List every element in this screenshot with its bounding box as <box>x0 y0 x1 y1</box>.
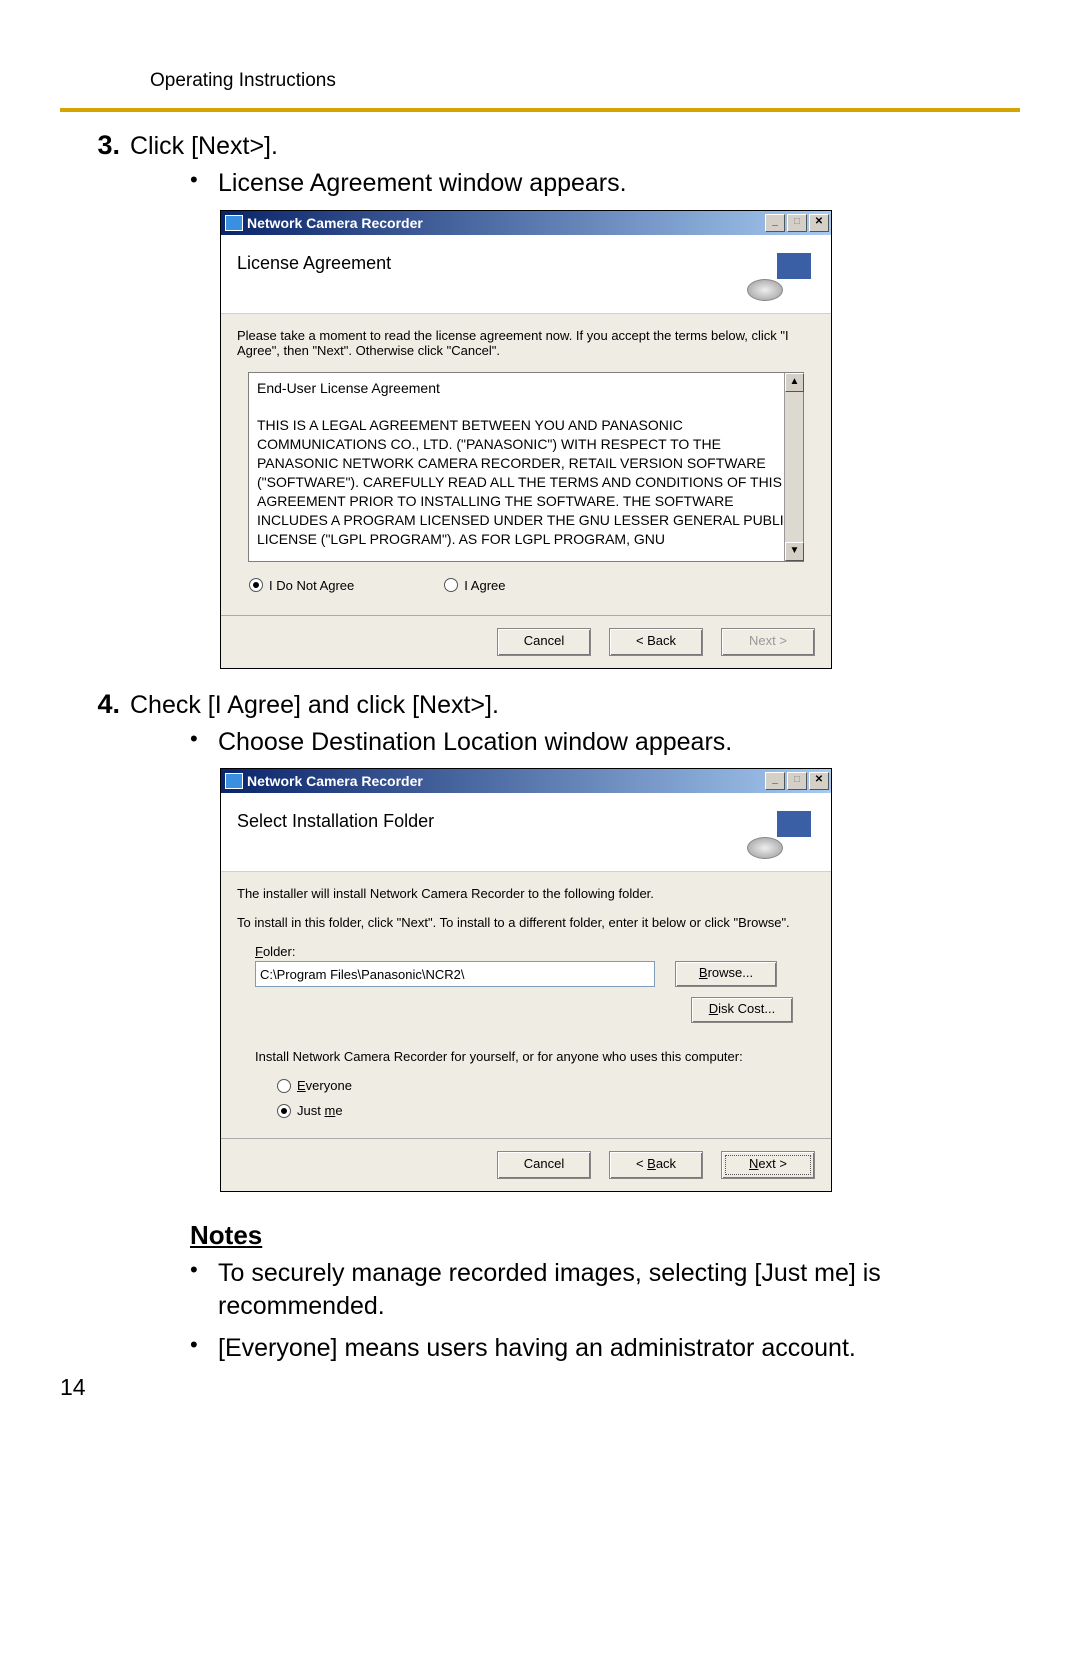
bullet-icon: • <box>190 167 218 200</box>
radio-everyone[interactable]: Everyone <box>277 1078 815 1093</box>
dialog-header: License Agreement <box>221 235 831 314</box>
note-2: • [Everyone] means users having an admin… <box>190 1332 1020 1365</box>
folder-row: Browse... <box>255 961 815 987</box>
notes-heading: Notes <box>190 1220 1020 1251</box>
body-line-2: To install in this folder, click "Next".… <box>237 915 815 930</box>
cancel-button[interactable]: Cancel <box>497 628 591 656</box>
minimize-button[interactable]: _ <box>765 214 785 232</box>
eula-title: End-User License Agreement <box>257 379 795 398</box>
bullet-text: License Agreement window appears. <box>218 167 627 200</box>
page: Operating Instructions 3. Click [Next>].… <box>0 0 1080 1445</box>
step-number: 3. <box>60 130 130 161</box>
page-number: 14 <box>60 1374 86 1401</box>
eula-textbox[interactable]: End-User License Agreement THIS IS A LEG… <box>248 372 804 562</box>
eula-body: THIS IS A LEGAL AGREEMENT BETWEEN YOU AN… <box>257 416 795 548</box>
license-dialog: Network Camera Recorder _ □ ✕ License Ag… <box>220 210 832 669</box>
step-text: Check [I Agree] and click [Next>]. <box>130 689 499 720</box>
header-rule: Operating Instructions <box>60 70 1020 112</box>
radio-agree[interactable]: I Agree <box>444 578 505 593</box>
radio-icon <box>277 1079 291 1093</box>
disk-cost-button[interactable]: Disk Cost... <box>691 997 793 1023</box>
radio-label: Everyone <box>297 1078 352 1093</box>
note-text: [Everyone] means users having an adminis… <box>218 1332 856 1365</box>
note-1: • To securely manage recorded images, se… <box>190 1257 1020 1322</box>
browse-button[interactable]: Browse... <box>675 961 777 987</box>
scrollbar[interactable]: ▲ ▼ <box>784 373 803 561</box>
window-controls: _ □ ✕ <box>765 772 829 790</box>
radio-icon <box>249 578 263 592</box>
diskcost-row: Disk Cost... <box>255 997 793 1023</box>
bullet-icon: • <box>190 726 218 759</box>
dialog-footer: Cancel < Back Next > <box>221 615 831 668</box>
app-icon <box>225 215 243 231</box>
agreement-radios: I Do Not Agree I Agree <box>237 572 815 605</box>
folder-dialog: Network Camera Recorder _ □ ✕ Select Ins… <box>220 768 832 1192</box>
cancel-button[interactable]: Cancel <box>497 1151 591 1179</box>
bullet-text: Choose Destination Location window appea… <box>218 726 732 759</box>
app-icon <box>225 773 243 789</box>
note-text: To securely manage recorded images, sele… <box>218 1257 918 1322</box>
scroll-down-icon[interactable]: ▼ <box>785 542 804 561</box>
maximize-button: □ <box>787 772 807 790</box>
radio-just-me[interactable]: Just me <box>277 1103 815 1118</box>
folder-input[interactable] <box>255 961 655 987</box>
radio-icon <box>277 1104 291 1118</box>
installer-icon <box>747 805 815 859</box>
dialog-heading: License Agreement <box>237 247 747 274</box>
close-button[interactable]: ✕ <box>809 214 829 232</box>
dialog-body: The installer will install Network Camer… <box>221 872 831 1138</box>
back-button[interactable]: < Back <box>609 628 703 656</box>
step-number: 4. <box>60 689 130 720</box>
close-button[interactable]: ✕ <box>809 772 829 790</box>
step-4-bullet: • Choose Destination Location window app… <box>190 726 1020 759</box>
back-button[interactable]: < Back <box>609 1151 703 1179</box>
next-button[interactable]: Next > <box>721 1151 815 1179</box>
dialog-heading: Select Installation Folder <box>237 805 747 832</box>
step-3: 3. Click [Next>]. <box>60 130 1020 161</box>
step-text: Click [Next>]. <box>130 130 278 161</box>
step-3-bullet: • License Agreement window appears. <box>190 167 1020 200</box>
radio-disagree[interactable]: I Do Not Agree <box>249 578 354 593</box>
body-line-1: The installer will install Network Camer… <box>237 886 815 901</box>
window-title: Network Camera Recorder <box>243 773 765 789</box>
radio-label: I Agree <box>464 578 505 593</box>
installer-icon <box>747 247 815 301</box>
step-4: 4. Check [I Agree] and click [Next>]. <box>60 689 1020 720</box>
user-scope-radios: Everyone Just me <box>237 1070 815 1118</box>
dialog-header: Select Installation Folder <box>221 793 831 872</box>
install-for-text: Install Network Camera Recorder for your… <box>255 1049 815 1064</box>
window-controls: _ □ ✕ <box>765 214 829 232</box>
next-button: Next > <box>721 628 815 656</box>
folder-label: Folder: <box>255 944 815 959</box>
radio-icon <box>444 578 458 592</box>
scroll-up-icon[interactable]: ▲ <box>785 373 804 392</box>
minimize-button[interactable]: _ <box>765 772 785 790</box>
bullet-icon: • <box>190 1257 218 1322</box>
titlebar[interactable]: Network Camera Recorder _ □ ✕ <box>221 769 831 793</box>
dialog-body: Please take a moment to read the license… <box>221 314 831 615</box>
header-title: Operating Instructions <box>150 70 1020 92</box>
window-title: Network Camera Recorder <box>243 215 765 231</box>
radio-label: Just me <box>297 1103 343 1118</box>
radio-label: I Do Not Agree <box>269 578 354 593</box>
dialog-footer: Cancel < Back Next > <box>221 1138 831 1191</box>
bullet-icon: • <box>190 1332 218 1365</box>
instruction-text: Please take a moment to read the license… <box>237 328 815 358</box>
titlebar[interactable]: Network Camera Recorder _ □ ✕ <box>221 211 831 235</box>
maximize-button: □ <box>787 214 807 232</box>
